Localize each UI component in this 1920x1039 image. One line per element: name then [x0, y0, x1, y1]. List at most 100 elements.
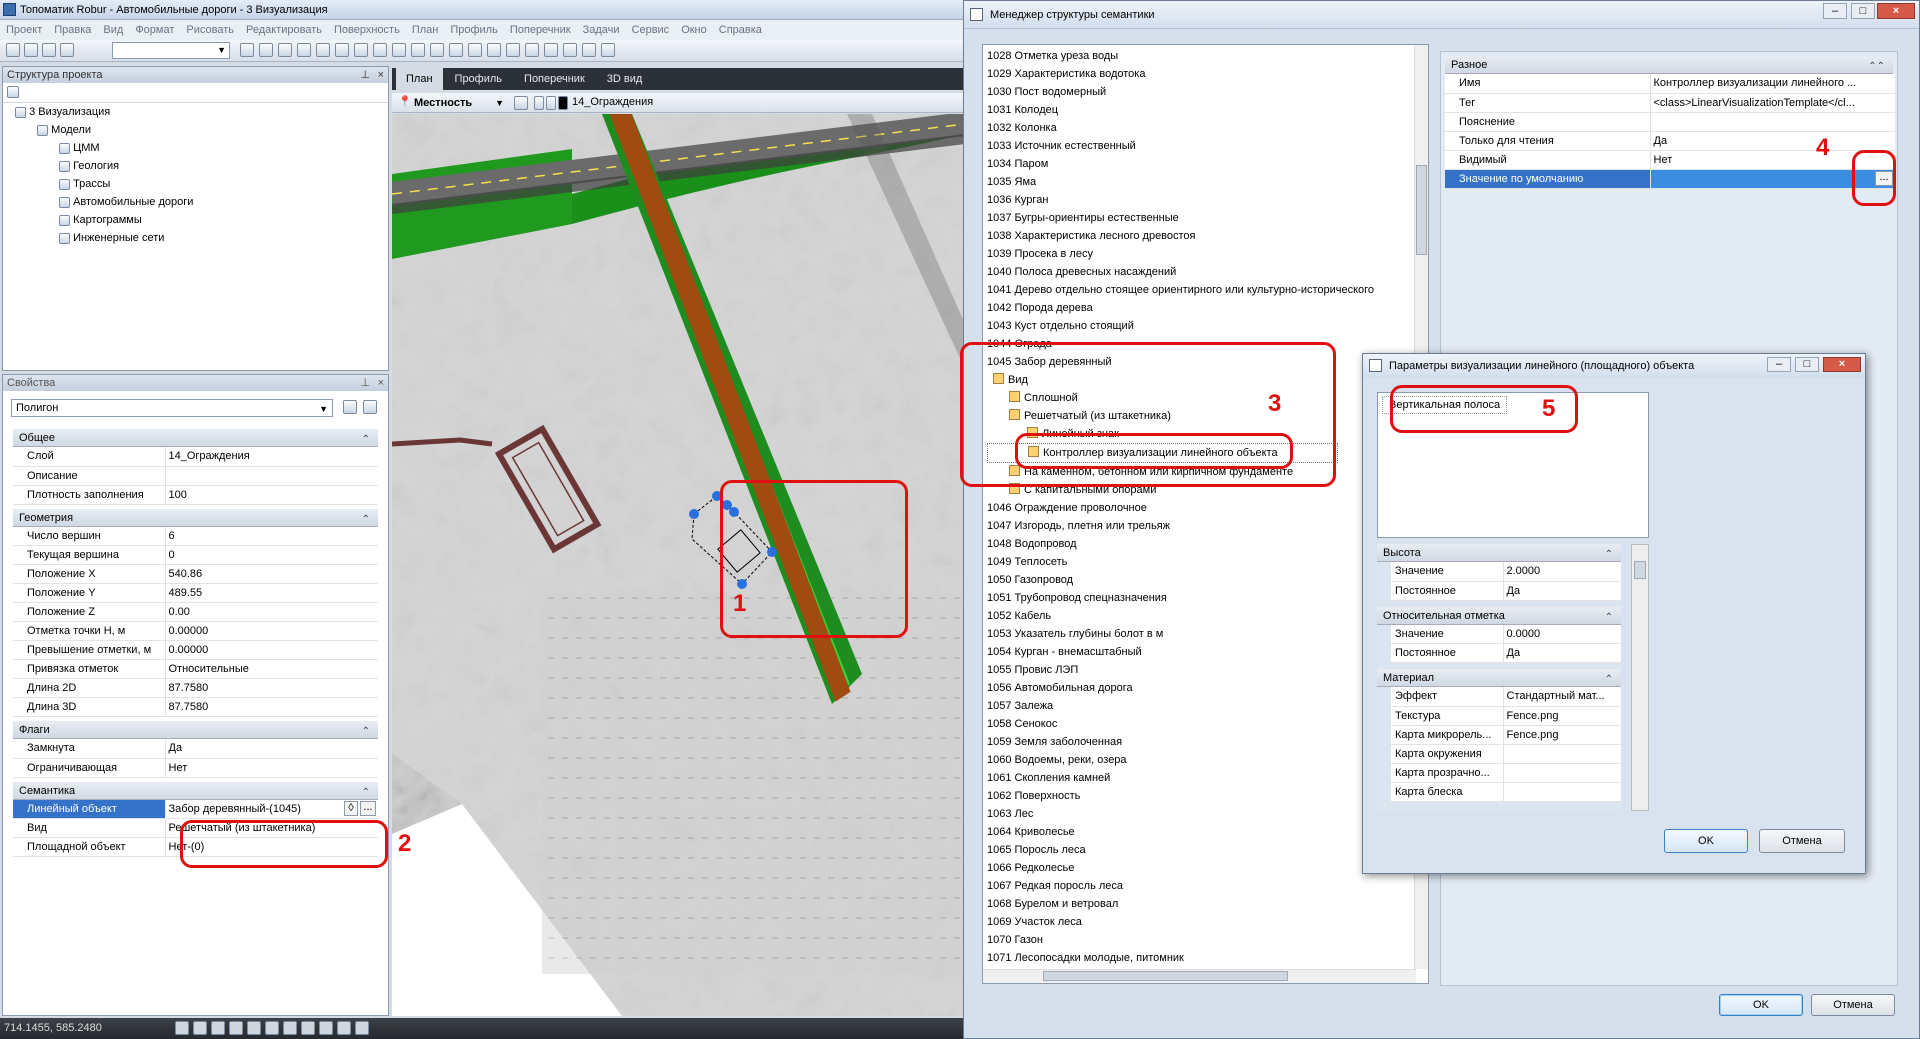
property-row[interactable]: Плотность заполнения 100	[13, 485, 378, 505]
paste-icon[interactable]	[278, 43, 292, 57]
property-row[interactable]: Положение X 540.86	[13, 564, 378, 584]
vis-section-header[interactable]: Материал ⌃	[1377, 669, 1621, 687]
tree-icon[interactable]	[601, 43, 615, 57]
tree-item[interactable]: Картограммы	[59, 211, 388, 229]
menu-item[interactable]: План	[412, 20, 439, 40]
property-row[interactable]: Ограничивающая Нет	[13, 758, 378, 778]
move-icon[interactable]	[487, 43, 501, 57]
property-row[interactable]: Значение 0.0000	[1391, 624, 1621, 644]
ruler-icon[interactable]	[430, 43, 444, 57]
property-value[interactable]: 87.7580	[164, 697, 378, 717]
property-row[interactable]: Привязка отметок Относительные	[13, 659, 378, 679]
property-value[interactable]	[1502, 763, 1621, 783]
property-value[interactable]: <class>LinearVisualizationTemplate</cl..…	[1649, 93, 1895, 113]
property-value[interactable]	[1649, 112, 1895, 132]
tree-item[interactable]: 1032 Колонка	[987, 119, 1428, 137]
property-row[interactable]: Значение 2.0000	[1391, 562, 1621, 582]
bulb-icon[interactable]	[534, 96, 544, 110]
tree-item[interactable]: 1033 Источник естественный	[987, 137, 1428, 155]
tree-item[interactable]: 1068 Бурелом и ветровал	[987, 895, 1428, 913]
save-icon[interactable]	[42, 43, 56, 57]
property-row[interactable]: Тег <class>LinearVisualizationTemplate</c…	[1445, 93, 1895, 113]
weight-icon[interactable]	[283, 1021, 297, 1035]
tree-item[interactable]: Трассы	[59, 175, 388, 193]
property-row[interactable]: Отметка точки Н, м 0.00000	[13, 621, 378, 641]
tab-1[interactable]: Профиль	[445, 68, 513, 90]
minimize-button[interactable]: –	[1823, 3, 1847, 19]
menu-item[interactable]: Справка	[719, 20, 762, 40]
close-button[interactable]: ×	[1823, 357, 1861, 372]
tree-item[interactable]: 1039 Просека в лесу	[987, 245, 1428, 263]
vis-ok-button[interactable]: OK	[1664, 829, 1748, 853]
tree-item[interactable]: 1038 Характеристика лесного древостоя	[987, 227, 1428, 245]
property-value[interactable]: 87.7580	[164, 678, 378, 698]
tab-3[interactable]: 3D вид	[597, 68, 653, 90]
line-icon[interactable]	[563, 43, 577, 57]
undo-icon[interactable]	[297, 43, 311, 57]
snap-grid-icon[interactable]	[175, 1021, 189, 1035]
tree-item[interactable]: 1070 Газон	[987, 931, 1428, 949]
tree-item[interactable]: 1043 Куст отдельно стоящий	[987, 317, 1428, 335]
color-icon[interactable]	[558, 96, 568, 110]
globe-icon[interactable]	[411, 43, 425, 57]
copy-icon[interactable]	[259, 43, 273, 57]
vis-section-header[interactable]: Высота ⌃	[1377, 544, 1621, 562]
property-row[interactable]: Текстура Fence.png	[1391, 706, 1621, 726]
property-section-header[interactable]: Геометрия ⌃	[13, 508, 378, 527]
close-icon[interactable]: ×	[378, 67, 384, 83]
ok-button[interactable]: OK	[1719, 994, 1803, 1016]
rotate-icon[interactable]	[506, 43, 520, 57]
grid-icon[interactable]	[193, 1021, 207, 1035]
menu-item[interactable]: Поверхность	[334, 20, 400, 40]
ortho-icon[interactable]	[211, 1021, 225, 1035]
property-value[interactable]: Да	[1649, 131, 1895, 151]
property-row[interactable]: Число вершин 6	[13, 526, 378, 546]
property-row[interactable]: Эффект Стандартный мат...	[1391, 687, 1621, 707]
menu-item[interactable]: Формат	[135, 20, 174, 40]
property-row[interactable]: Длина 3D 87.7580	[13, 697, 378, 717]
menu-item[interactable]: Правка	[54, 20, 91, 40]
collapse-icon[interactable]: ⌃	[1605, 671, 1613, 689]
property-value[interactable]	[1502, 782, 1621, 802]
maximize-button[interactable]: □	[1795, 357, 1819, 372]
property-value[interactable]	[1502, 744, 1621, 764]
menu-item[interactable]: Проект	[6, 20, 42, 40]
property-value[interactable]: 6	[164, 526, 378, 546]
redo-icon[interactable]	[316, 43, 330, 57]
tree-item[interactable]: 1071 Лесопосадки молодые, питомник	[987, 949, 1428, 967]
tree-item[interactable]: 1041 Дерево отдельно стоящее ориентирног…	[987, 281, 1428, 299]
property-row[interactable]: Пояснение	[1445, 112, 1895, 132]
property-value[interactable]: Относительные	[164, 659, 378, 679]
property-value[interactable]: 540.86	[164, 564, 378, 584]
settings-icon[interactable]	[355, 1021, 369, 1035]
tree-item[interactable]: 1037 Бугры-ориентиры естественные	[987, 209, 1428, 227]
property-section-header[interactable]: Флаги ⌃	[13, 721, 378, 739]
property-value[interactable]: Да	[1502, 643, 1621, 663]
property-value[interactable]: Да	[1502, 581, 1621, 601]
vis-cancel-button[interactable]: Отмена	[1759, 829, 1845, 853]
property-row[interactable]: Описание	[13, 466, 378, 486]
property-value[interactable]: 14_Ограждения	[164, 447, 378, 467]
style-combo[interactable]: ▼	[112, 42, 230, 59]
menu-item[interactable]: Поперечник	[510, 20, 571, 40]
layers-icon[interactable]	[373, 43, 387, 57]
menu-item[interactable]: Профиль	[450, 20, 498, 40]
property-row[interactable]: Слой 14_Ограждения	[13, 447, 378, 467]
horizontal-scrollbar[interactable]	[983, 969, 1416, 983]
menu-item[interactable]: Редактировать	[246, 20, 322, 40]
tree-item[interactable]: 1035 Яма	[987, 173, 1428, 191]
tree-item[interactable]: 1040 Полоса древесных насаждений	[987, 263, 1428, 281]
open-icon[interactable]	[24, 43, 38, 57]
pin-icon[interactable]: ⊥	[360, 67, 370, 83]
property-section-header[interactable]: Общее ⌃	[13, 429, 378, 447]
property-row[interactable]: Положение Y 489.55	[13, 583, 378, 603]
property-row[interactable]: Имя Контроллер визуализации линейного ...	[1445, 74, 1895, 94]
tree-item[interactable]: 1029 Характеристика водотока	[987, 65, 1428, 83]
zoom-icon[interactable]	[354, 43, 368, 57]
close-icon[interactable]: ×	[378, 375, 384, 391]
property-value[interactable]: 0.0000	[1502, 624, 1621, 644]
tree-item[interactable]: Автомобильные дороги	[59, 193, 388, 211]
tree-item[interactable]: ЦММ	[59, 139, 388, 157]
tree-item[interactable]: 1036 Курган	[987, 191, 1428, 209]
menu-item[interactable]: Рисовать	[186, 20, 234, 40]
